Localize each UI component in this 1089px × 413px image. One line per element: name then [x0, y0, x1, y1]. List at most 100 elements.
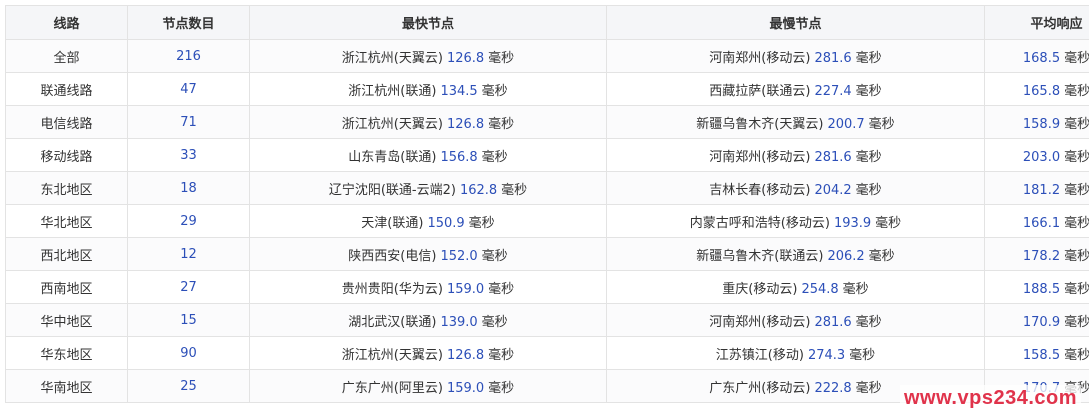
ms-unit: 毫秒: [481, 314, 508, 330]
fast-ms-value: 162.8: [459, 182, 498, 198]
slow-node-name: 新疆乌鲁木齐(联通云): [696, 248, 824, 264]
header-line[interactable]: 线路: [5, 5, 128, 40]
slow-ms-value: 254.8: [801, 281, 839, 297]
cell-average: 165.8 毫秒: [984, 72, 1089, 106]
cell-slowest: 吉林长春(移动云) 204.2 毫秒: [606, 171, 985, 205]
fast-node-name: 浙江杭州(天翼云): [341, 116, 443, 132]
line-name: 西南地区: [40, 281, 93, 297]
cell-slowest: 西藏拉萨(联通云) 227.4 毫秒: [606, 72, 985, 106]
node-count: 12: [180, 246, 197, 262]
cell-count: 25: [127, 369, 250, 403]
ms-unit: 毫秒: [481, 248, 508, 264]
node-count: 29: [180, 213, 197, 229]
ms-unit: 毫秒: [855, 50, 882, 66]
watermark: www.vps234.com: [900, 385, 1081, 411]
fast-node-name: 山东青岛(联通): [348, 149, 437, 165]
cell-slowest: 河南郑州(移动云) 281.6 毫秒: [606, 39, 985, 73]
cell-slowest: 江苏镇江(移动) 274.3 毫秒: [606, 336, 985, 370]
slow-node-name: 河南郑州(移动云): [709, 50, 811, 66]
ms-unit: 毫秒: [1064, 83, 1089, 99]
ms-unit: 毫秒: [1064, 50, 1089, 66]
cell-fastest: 天津(联通) 150.9 毫秒: [249, 204, 607, 238]
fast-ms-value: 126.8: [446, 50, 485, 66]
ms-unit: 毫秒: [1064, 116, 1089, 132]
node-count: 18: [180, 180, 197, 196]
cell-line: 华北地区: [5, 204, 128, 238]
line-name: 华北地区: [40, 215, 93, 231]
table-row: 西北地区 12 陕西西安(电信) 152.0 毫秒 新疆乌鲁木齐(联通云) 206.2 毫秒 1…: [5, 237, 1089, 271]
page: 线路 节点数目 最快节点 最慢节点 平均响应 全部 216 浙江杭州(天翼云) 126…: [0, 0, 1089, 413]
fast-node-name: 浙江杭州(天翼云): [341, 347, 443, 363]
table-row: 电信线路 71 浙江杭州(天翼云) 126.8 毫秒 新疆乌鲁木齐(天翼云) 200.7 毫秒…: [5, 105, 1089, 139]
slow-node-name: 新疆乌鲁木齐(天翼云): [696, 116, 824, 132]
table-header-row: 线路 节点数目 最快节点 最慢节点 平均响应: [5, 5, 1089, 40]
line-name: 西北地区: [40, 248, 93, 264]
ms-unit: 毫秒: [855, 83, 882, 99]
ms-unit: 毫秒: [875, 215, 902, 231]
fast-ms-value: 152.0: [440, 248, 478, 264]
avg-ms-value: 158.9: [1022, 116, 1061, 132]
cell-average: 166.1 毫秒: [984, 204, 1089, 238]
line-name: 华东地区: [40, 347, 93, 363]
ms-unit: 毫秒: [868, 116, 895, 132]
cell-slowest: 重庆(移动云) 254.8 毫秒: [606, 270, 985, 304]
slow-node-name: 内蒙古呼和浩特(移动云): [689, 215, 830, 231]
cell-count: 216: [127, 39, 250, 73]
fast-node-name: 广东广州(阿里云): [341, 380, 443, 396]
ms-unit: 毫秒: [855, 182, 882, 198]
node-count: 47: [180, 81, 197, 97]
slow-ms-value: 204.2: [814, 182, 852, 198]
ms-unit: 毫秒: [1064, 149, 1089, 165]
cell-count: 90: [127, 336, 250, 370]
avg-ms-value: 178.2: [1022, 248, 1061, 264]
table-row: 华东地区 90 浙江杭州(天翼云) 126.8 毫秒 江苏镇江(移动) 274.3 毫秒 158…: [5, 336, 1089, 370]
slow-ms-value: 193.9: [833, 215, 872, 231]
header-count[interactable]: 节点数目: [127, 5, 250, 40]
ms-unit: 毫秒: [481, 149, 508, 165]
cell-fastest: 浙江杭州(天翼云) 126.8 毫秒: [249, 39, 607, 73]
latency-table: 线路 节点数目 最快节点 最慢节点 平均响应 全部 216 浙江杭州(天翼云) 126…: [5, 5, 1089, 403]
slow-node-name: 河南郑州(移动云): [709, 149, 811, 165]
slow-ms-value: 281.6: [814, 314, 852, 330]
cell-count: 27: [127, 270, 250, 304]
ms-unit: 毫秒: [842, 281, 869, 297]
ms-unit: 毫秒: [1064, 347, 1089, 363]
header-fastest[interactable]: 最快节点: [249, 5, 607, 40]
ms-unit: 毫秒: [855, 380, 882, 396]
slow-node-name: 西藏拉萨(联通云): [709, 83, 811, 99]
ms-unit: 毫秒: [868, 248, 895, 264]
cell-count: 18: [127, 171, 250, 205]
header-slowest[interactable]: 最慢节点: [606, 5, 985, 40]
fast-node-name: 浙江杭州(天翼云): [341, 50, 443, 66]
table-row: 全部 216 浙江杭州(天翼云) 126.8 毫秒 河南郑州(移动云) 281.6 毫秒 168…: [5, 39, 1089, 73]
slow-node-name: 吉林长春(移动云): [709, 182, 811, 198]
header-average[interactable]: 平均响应: [984, 5, 1089, 40]
cell-fastest: 陕西西安(电信) 152.0 毫秒: [249, 237, 607, 271]
cell-slowest: 河南郑州(移动云) 281.6 毫秒: [606, 303, 985, 337]
ms-unit: 毫秒: [488, 116, 515, 132]
cell-count: 71: [127, 105, 250, 139]
cell-line: 联通线路: [5, 72, 128, 106]
ms-unit: 毫秒: [488, 281, 515, 297]
ms-unit: 毫秒: [501, 182, 528, 198]
line-name: 华中地区: [40, 314, 93, 330]
cell-average: 158.5 毫秒: [984, 336, 1089, 370]
fast-ms-value: 139.0: [440, 314, 478, 330]
cell-slowest: 内蒙古呼和浩特(移动云) 193.9 毫秒: [606, 204, 985, 238]
ms-unit: 毫秒: [1064, 281, 1089, 297]
slow-ms-value: 222.8: [814, 380, 852, 396]
slow-ms-value: 281.6: [814, 50, 852, 66]
line-name: 电信线路: [40, 116, 93, 132]
slow-node-name: 重庆(移动云): [722, 281, 798, 297]
table-row: 移动线路 33 山东青岛(联通) 156.8 毫秒 河南郑州(移动云) 281.6 毫秒 203…: [5, 138, 1089, 172]
table-row: 西南地区 27 贵州贵阳(华为云) 159.0 毫秒 重庆(移动云) 254.8 毫秒 188.…: [5, 270, 1089, 304]
fast-node-name: 贵州贵阳(华为云): [341, 281, 443, 297]
fast-node-name: 浙江杭州(联通): [348, 83, 437, 99]
fast-node-name: 天津(联通): [361, 215, 424, 231]
cell-average: 158.9 毫秒: [984, 105, 1089, 139]
node-count: 25: [180, 378, 197, 394]
slow-ms-value: 206.2: [827, 248, 865, 264]
slow-node-name: 河南郑州(移动云): [709, 314, 811, 330]
fast-ms-value: 126.8: [446, 347, 485, 363]
slow-node-name: 广东广州(移动云): [709, 380, 811, 396]
